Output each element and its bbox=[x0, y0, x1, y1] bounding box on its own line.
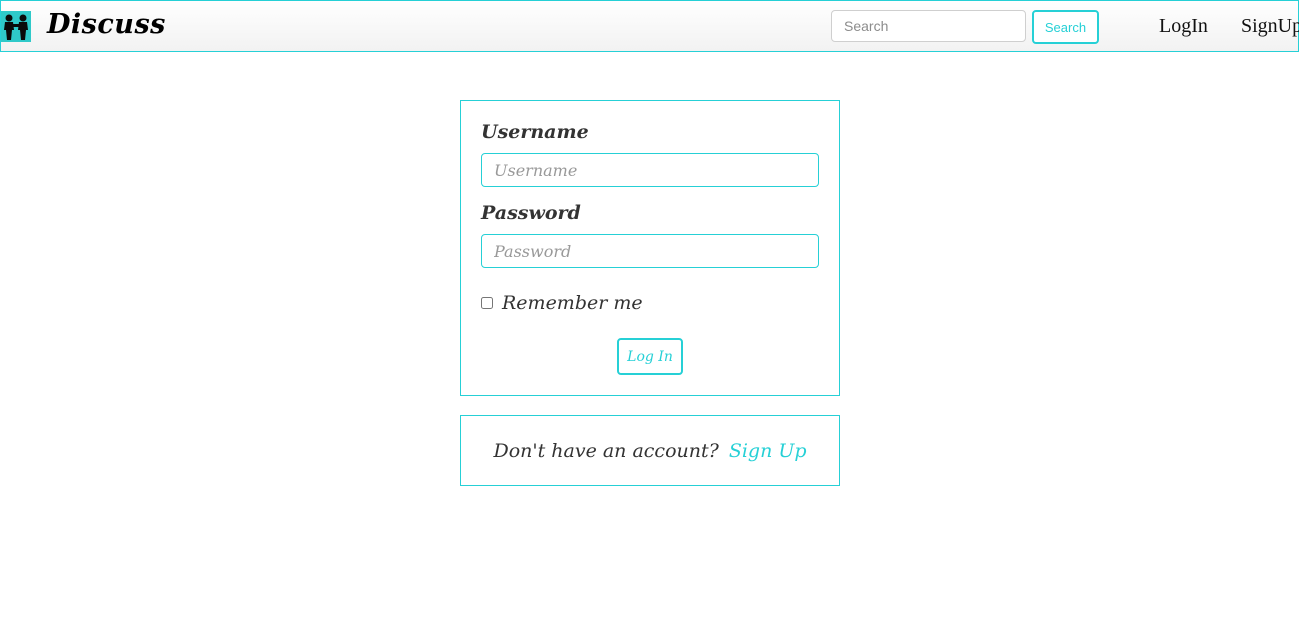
search-input[interactable] bbox=[831, 10, 1026, 42]
login-button[interactable]: Log In bbox=[617, 338, 683, 375]
nav-login-link[interactable]: LogIn bbox=[1159, 15, 1208, 38]
remember-me-label[interactable]: Remember me bbox=[502, 292, 643, 314]
nav-signup-link[interactable]: SignUp bbox=[1241, 15, 1299, 38]
signup-prompt-card: Don't have an account? Sign Up bbox=[460, 415, 840, 486]
password-label: Password bbox=[481, 202, 581, 224]
search-button[interactable]: Search bbox=[1032, 10, 1099, 44]
signup-prompt-text: Don't have an account? bbox=[493, 439, 719, 462]
two-people-icon[interactable] bbox=[1, 11, 31, 42]
password-field[interactable] bbox=[481, 234, 819, 268]
username-field[interactable] bbox=[481, 153, 819, 187]
login-form: Username Password Remember me Log In bbox=[460, 100, 840, 396]
username-label: Username bbox=[481, 121, 589, 143]
remember-me-checkbox[interactable] bbox=[481, 297, 493, 309]
brand-name[interactable]: Discuss bbox=[47, 9, 166, 40]
signup-link[interactable]: Sign Up bbox=[729, 440, 807, 462]
navbar: Discuss Search LogIn SignUp bbox=[0, 0, 1299, 52]
